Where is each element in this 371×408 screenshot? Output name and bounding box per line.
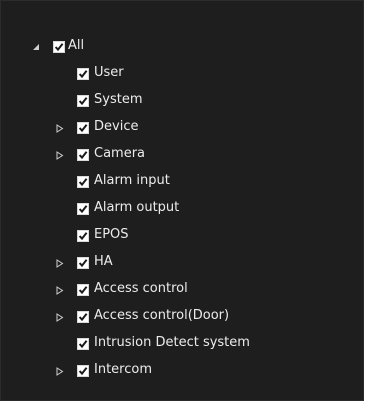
tree-item-user[interactable]: User xyxy=(1,62,363,89)
checkbox-device[interactable] xyxy=(77,122,89,134)
collapsed-triangle-icon[interactable] xyxy=(54,284,66,296)
tree-label-user: User xyxy=(94,65,124,80)
event-type-tree: All User System Device Camera Alarm inpu… xyxy=(1,35,363,386)
checkbox-alarm-input[interactable] xyxy=(77,176,89,188)
collapsed-triangle-icon[interactable] xyxy=(54,365,66,377)
checkbox-system[interactable] xyxy=(77,95,89,107)
checkbox-intercom[interactable] xyxy=(77,365,89,377)
tree-item-device[interactable]: Device xyxy=(1,116,363,143)
tree-label-ha: HA xyxy=(94,254,113,269)
collapsed-triangle-icon[interactable] xyxy=(54,122,66,134)
checkbox-ha[interactable] xyxy=(77,257,89,269)
event-filter-panel: All User System Device Camera Alarm inpu… xyxy=(0,0,364,401)
tree-label-system: System xyxy=(94,92,143,107)
tree-label-camera: Camera xyxy=(94,146,146,161)
tree-label-intrusion-detect-system: Intrusion Detect system xyxy=(94,335,250,350)
tree-label-intercom: Intercom xyxy=(94,362,152,377)
tree-root-all[interactable]: All xyxy=(1,35,363,62)
checkbox-access-control[interactable] xyxy=(77,284,89,296)
checkbox-access-control-door[interactable] xyxy=(77,311,89,323)
tree-item-alarm-input[interactable]: Alarm input xyxy=(1,170,363,197)
checkbox-alarm-output[interactable] xyxy=(77,203,89,215)
tree-item-epos[interactable]: EPOS xyxy=(1,224,363,251)
tree-label-alarm-output: Alarm output xyxy=(94,200,180,215)
tree-label-device: Device xyxy=(94,119,139,134)
checkbox-camera[interactable] xyxy=(77,149,89,161)
collapsed-triangle-icon[interactable] xyxy=(54,311,66,323)
collapsed-triangle-icon[interactable] xyxy=(54,257,66,269)
collapsed-triangle-icon[interactable] xyxy=(54,149,66,161)
tree-item-alarm-output[interactable]: Alarm output xyxy=(1,197,363,224)
tree-label-epos: EPOS xyxy=(94,227,129,242)
tree-item-intercom[interactable]: Intercom xyxy=(1,359,363,386)
tree-label-alarm-input: Alarm input xyxy=(94,173,170,188)
tree-label-all: All xyxy=(68,38,85,53)
tree-item-camera[interactable]: Camera xyxy=(1,143,363,170)
tree-label-access-control: Access control xyxy=(94,281,188,296)
tree-item-intrusion-detect-system[interactable]: Intrusion Detect system xyxy=(1,332,363,359)
tree-item-access-control-door[interactable]: Access control(Door) xyxy=(1,305,363,332)
checkbox-user[interactable] xyxy=(77,68,89,80)
tree-item-ha[interactable]: HA xyxy=(1,251,363,278)
tree-item-system[interactable]: System xyxy=(1,89,363,116)
expanded-triangle-icon[interactable] xyxy=(30,41,42,53)
tree-label-access-control-door: Access control(Door) xyxy=(94,308,230,323)
tree-item-access-control[interactable]: Access control xyxy=(1,278,363,305)
checkbox-intrusion-detect-system[interactable] xyxy=(77,338,89,350)
checkbox-all[interactable] xyxy=(53,41,65,53)
checkbox-epos[interactable] xyxy=(77,230,89,242)
